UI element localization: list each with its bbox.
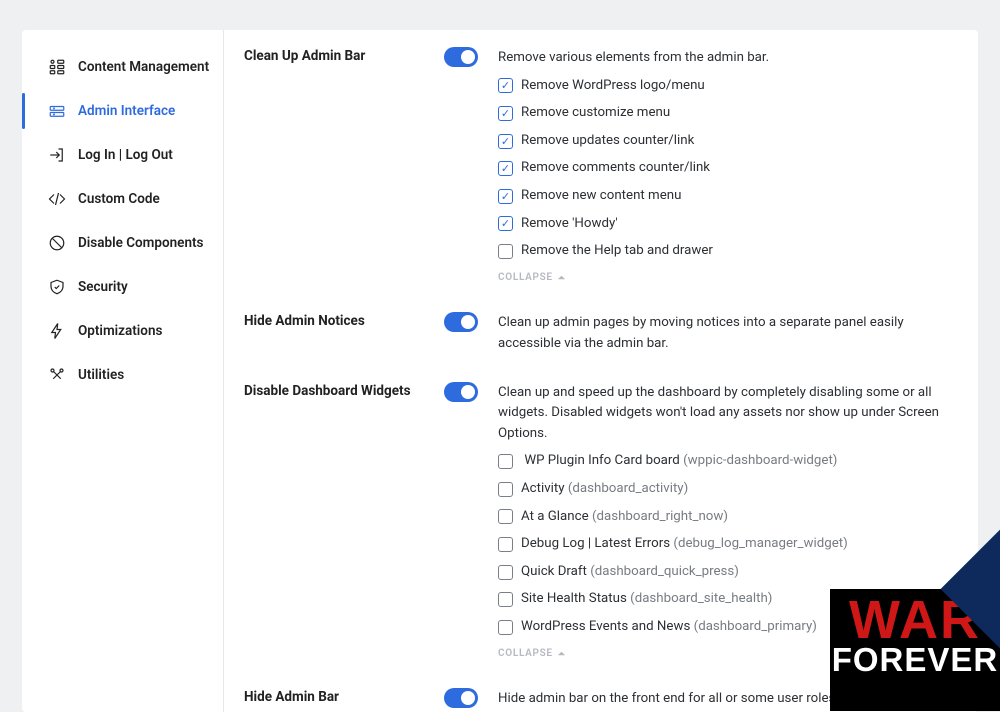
- sidebar-item-optimizations[interactable]: Optimizations: [22, 309, 223, 353]
- option-row: ✓Activity (dashboard_activity): [498, 479, 948, 500]
- option-row: ✓Remove 'Howdy': [498, 214, 948, 235]
- sidebar-item-security[interactable]: Security: [22, 265, 223, 309]
- disable-icon: [48, 234, 66, 252]
- checkbox[interactable]: ✓: [498, 189, 513, 204]
- sidebar-item-label: Optimizations: [78, 323, 162, 339]
- sidebar-item-disable-components[interactable]: Disable Components: [22, 221, 223, 265]
- section-clean-up-admin-bar: Clean Up Admin Bar Remove various elemen…: [244, 48, 948, 285]
- shield-icon: [48, 278, 66, 296]
- option-row: ✓Remove the Help tab and drawer: [498, 241, 948, 262]
- checkbox[interactable]: ✓: [498, 134, 513, 149]
- sidebar-item-label: Log In | Log Out: [78, 147, 173, 163]
- sidebar-nav: Content Management Admin Interface Log I…: [22, 30, 224, 712]
- option-row: ✓Remove customize menu: [498, 103, 948, 124]
- checkbox[interactable]: ✓: [498, 565, 513, 580]
- sidebar-item-label: Disable Components: [78, 235, 203, 251]
- section-hide-admin-notices: Hide Admin Notices Clean up admin pages …: [244, 313, 948, 354]
- option-row: ✓Remove WordPress logo/menu: [498, 76, 948, 97]
- sidebar-item-label: Utilities: [78, 367, 124, 383]
- corner-badge: WAR FOREVER: [830, 589, 1000, 711]
- checkbox[interactable]: ✓: [498, 106, 513, 121]
- checkbox[interactable]: ✓: [498, 454, 513, 469]
- collapse-button[interactable]: COLLAPSE: [498, 270, 948, 286]
- option-row: ✓Remove updates counter/link: [498, 131, 948, 152]
- option-row: ✓At a Glance (dashboard_right_now): [498, 507, 948, 528]
- sidebar-item-custom-code[interactable]: Custom Code: [22, 177, 223, 221]
- login-icon: [48, 146, 66, 164]
- toggle-disable-widgets[interactable]: [444, 382, 478, 402]
- toggle-hide-admin-notices[interactable]: [444, 312, 478, 332]
- sidebar-item-label: Admin Interface: [78, 103, 175, 119]
- checkbox[interactable]: ✓: [498, 537, 513, 552]
- interface-icon: [48, 102, 66, 120]
- sidebar-item-admin-interface[interactable]: Admin Interface: [22, 89, 223, 133]
- section-title: Hide Admin Notices: [244, 313, 434, 329]
- section-title: Disable Dashboard Widgets: [244, 383, 434, 399]
- checkbox[interactable]: ✓: [498, 244, 513, 259]
- option-row: ✓Debug Log | Latest Errors (debug_log_ma…: [498, 534, 948, 555]
- code-icon: [48, 190, 66, 208]
- checkbox[interactable]: ✓: [498, 216, 513, 231]
- toggle-hide-admin-bar[interactable]: [444, 688, 478, 708]
- sidebar-item-label: Security: [78, 279, 128, 295]
- content-icon: [48, 58, 66, 76]
- lightning-icon: [48, 322, 66, 340]
- checkbox[interactable]: ✓: [498, 78, 513, 93]
- option-row: ✓Remove new content menu: [498, 186, 948, 207]
- tools-icon: [48, 366, 66, 384]
- checkbox[interactable]: ✓: [498, 509, 513, 524]
- option-row: ✓ WP Plugin Info Card board (wppic-dashb…: [498, 451, 948, 472]
- option-row: ✓Quick Draft (dashboard_quick_press): [498, 562, 948, 583]
- sidebar-item-label: Content Management: [78, 59, 209, 75]
- sidebar-item-label: Custom Code: [78, 191, 160, 207]
- section-title: Hide Admin Bar: [244, 689, 434, 705]
- checkbox[interactable]: ✓: [498, 620, 513, 635]
- option-row: ✓Remove comments counter/link: [498, 158, 948, 179]
- sidebar-item-content-management[interactable]: Content Management: [22, 45, 223, 89]
- badge-line1: WAR: [830, 596, 1000, 645]
- section-desc: Clean up admin pages by moving notices i…: [498, 313, 948, 354]
- sidebar-item-login-logout[interactable]: Log In | Log Out: [22, 133, 223, 177]
- checkbox[interactable]: ✓: [498, 482, 513, 497]
- badge-line2: FOREVER: [830, 643, 1000, 676]
- checkbox[interactable]: ✓: [498, 161, 513, 176]
- toggle-clean-admin-bar[interactable]: [444, 47, 478, 67]
- sidebar-item-utilities[interactable]: Utilities: [22, 353, 223, 397]
- section-desc: Remove various elements from the admin b…: [498, 48, 948, 285]
- section-title: Clean Up Admin Bar: [244, 48, 434, 64]
- checkbox[interactable]: ✓: [498, 592, 513, 607]
